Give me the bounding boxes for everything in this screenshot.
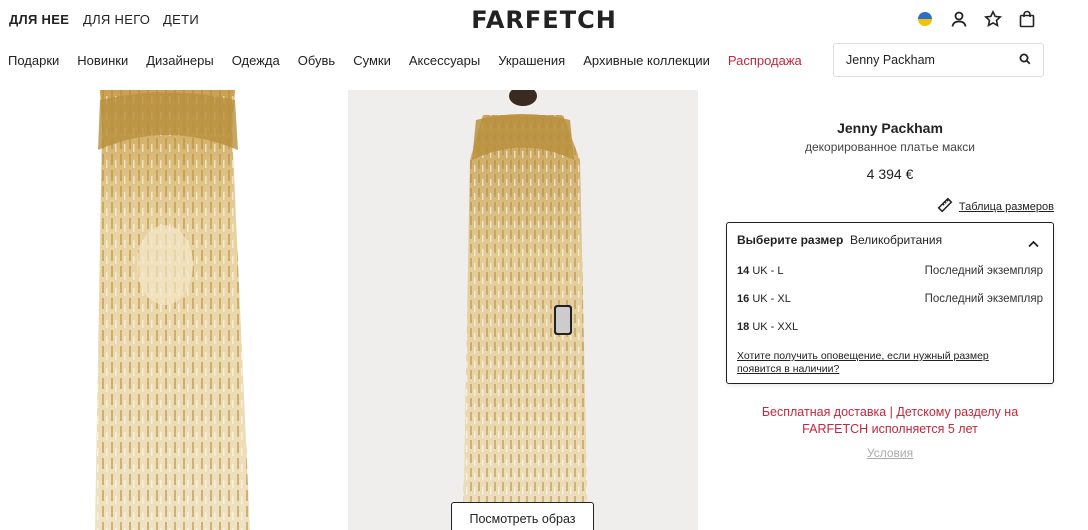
promo-banner[interactable]: Бесплатная доставка | Детскому разделу н… xyxy=(750,404,1030,438)
size-label: UK - L xyxy=(752,265,784,277)
product-name: декорированное платье макси xyxy=(805,140,975,154)
main-nav: Подарки Новинки Дизайнеры Одежда Обувь С… xyxy=(8,53,802,68)
terms-link[interactable]: Условия xyxy=(726,446,1054,460)
product-image-1[interactable] xyxy=(0,90,330,530)
nav-item-new[interactable]: Новинки xyxy=(77,53,128,68)
size-option[interactable]: 16 UK - XL Последний экземпляр xyxy=(737,293,1043,305)
nav-item-jewelry[interactable]: Украшения xyxy=(498,53,565,68)
ukraine-flag-icon[interactable] xyxy=(916,10,934,28)
size-chart-link[interactable]: Таблица размеров xyxy=(937,197,1054,216)
account-icon[interactable] xyxy=(950,10,968,28)
nav-item-archive[interactable]: Архивные коллекции xyxy=(583,53,710,68)
shopping-bag-icon[interactable] xyxy=(1018,10,1036,28)
nav-item-sale[interactable]: Распродажа xyxy=(728,53,802,68)
nav-item-clothing[interactable]: Одежда xyxy=(232,53,280,68)
nav-item-bags[interactable]: Сумки xyxy=(353,53,391,68)
chevron-up-icon[interactable] xyxy=(1028,235,1039,253)
stock-status: Последний экземпляр xyxy=(924,293,1043,305)
search-input[interactable]: Jenny Packham xyxy=(833,43,1044,77)
size-number: 16 xyxy=(737,293,750,305)
size-option-size: 16 UK - XL xyxy=(737,293,791,305)
search-icon[interactable] xyxy=(1019,53,1031,68)
size-region: Великобритания xyxy=(849,233,943,247)
size-selector[interactable]: Выберите размер Великобритания 14 UK - L… xyxy=(726,222,1054,384)
nav-item-shoes[interactable]: Обувь xyxy=(298,53,335,68)
size-option-size: 18 UK - XXL xyxy=(737,321,798,333)
header-icons xyxy=(916,10,1036,28)
view-look-button[interactable]: Посмотреть образ xyxy=(451,502,594,530)
size-number: 14 xyxy=(737,265,750,277)
notify-me-link[interactable]: Хотите получить оповещение, если нужный … xyxy=(737,350,1027,376)
size-number: 18 xyxy=(737,321,750,333)
search-value: Jenny Packham xyxy=(846,53,935,67)
size-selector-label: Выберите размер xyxy=(737,233,844,247)
stock-status: Последний экземпляр xyxy=(924,265,1043,277)
size-option-size: 14 UK - L xyxy=(737,265,784,277)
size-selector-header[interactable]: Выберите размер Великобритания xyxy=(737,233,942,247)
wishlist-star-icon[interactable] xyxy=(984,10,1002,28)
size-chart-label: Таблица размеров xyxy=(958,200,1054,213)
nav-item-gifts[interactable]: Подарки xyxy=(8,53,59,68)
size-label: UK - XXL xyxy=(752,321,799,333)
size-option[interactable]: 18 UK - XXL xyxy=(737,321,1043,333)
nav-item-designers[interactable]: Дизайнеры xyxy=(146,53,214,68)
nav-item-accessories[interactable]: Аксессуары xyxy=(409,53,480,68)
product-price: 4 394 € xyxy=(866,166,914,182)
ruler-icon xyxy=(937,197,953,216)
size-label: UK - XL xyxy=(752,293,791,305)
product-image-2[interactable] xyxy=(348,90,698,530)
size-option[interactable]: 14 UK - L Последний экземпляр xyxy=(737,265,1043,277)
product-brand[interactable]: Jenny Packham xyxy=(726,120,1054,136)
